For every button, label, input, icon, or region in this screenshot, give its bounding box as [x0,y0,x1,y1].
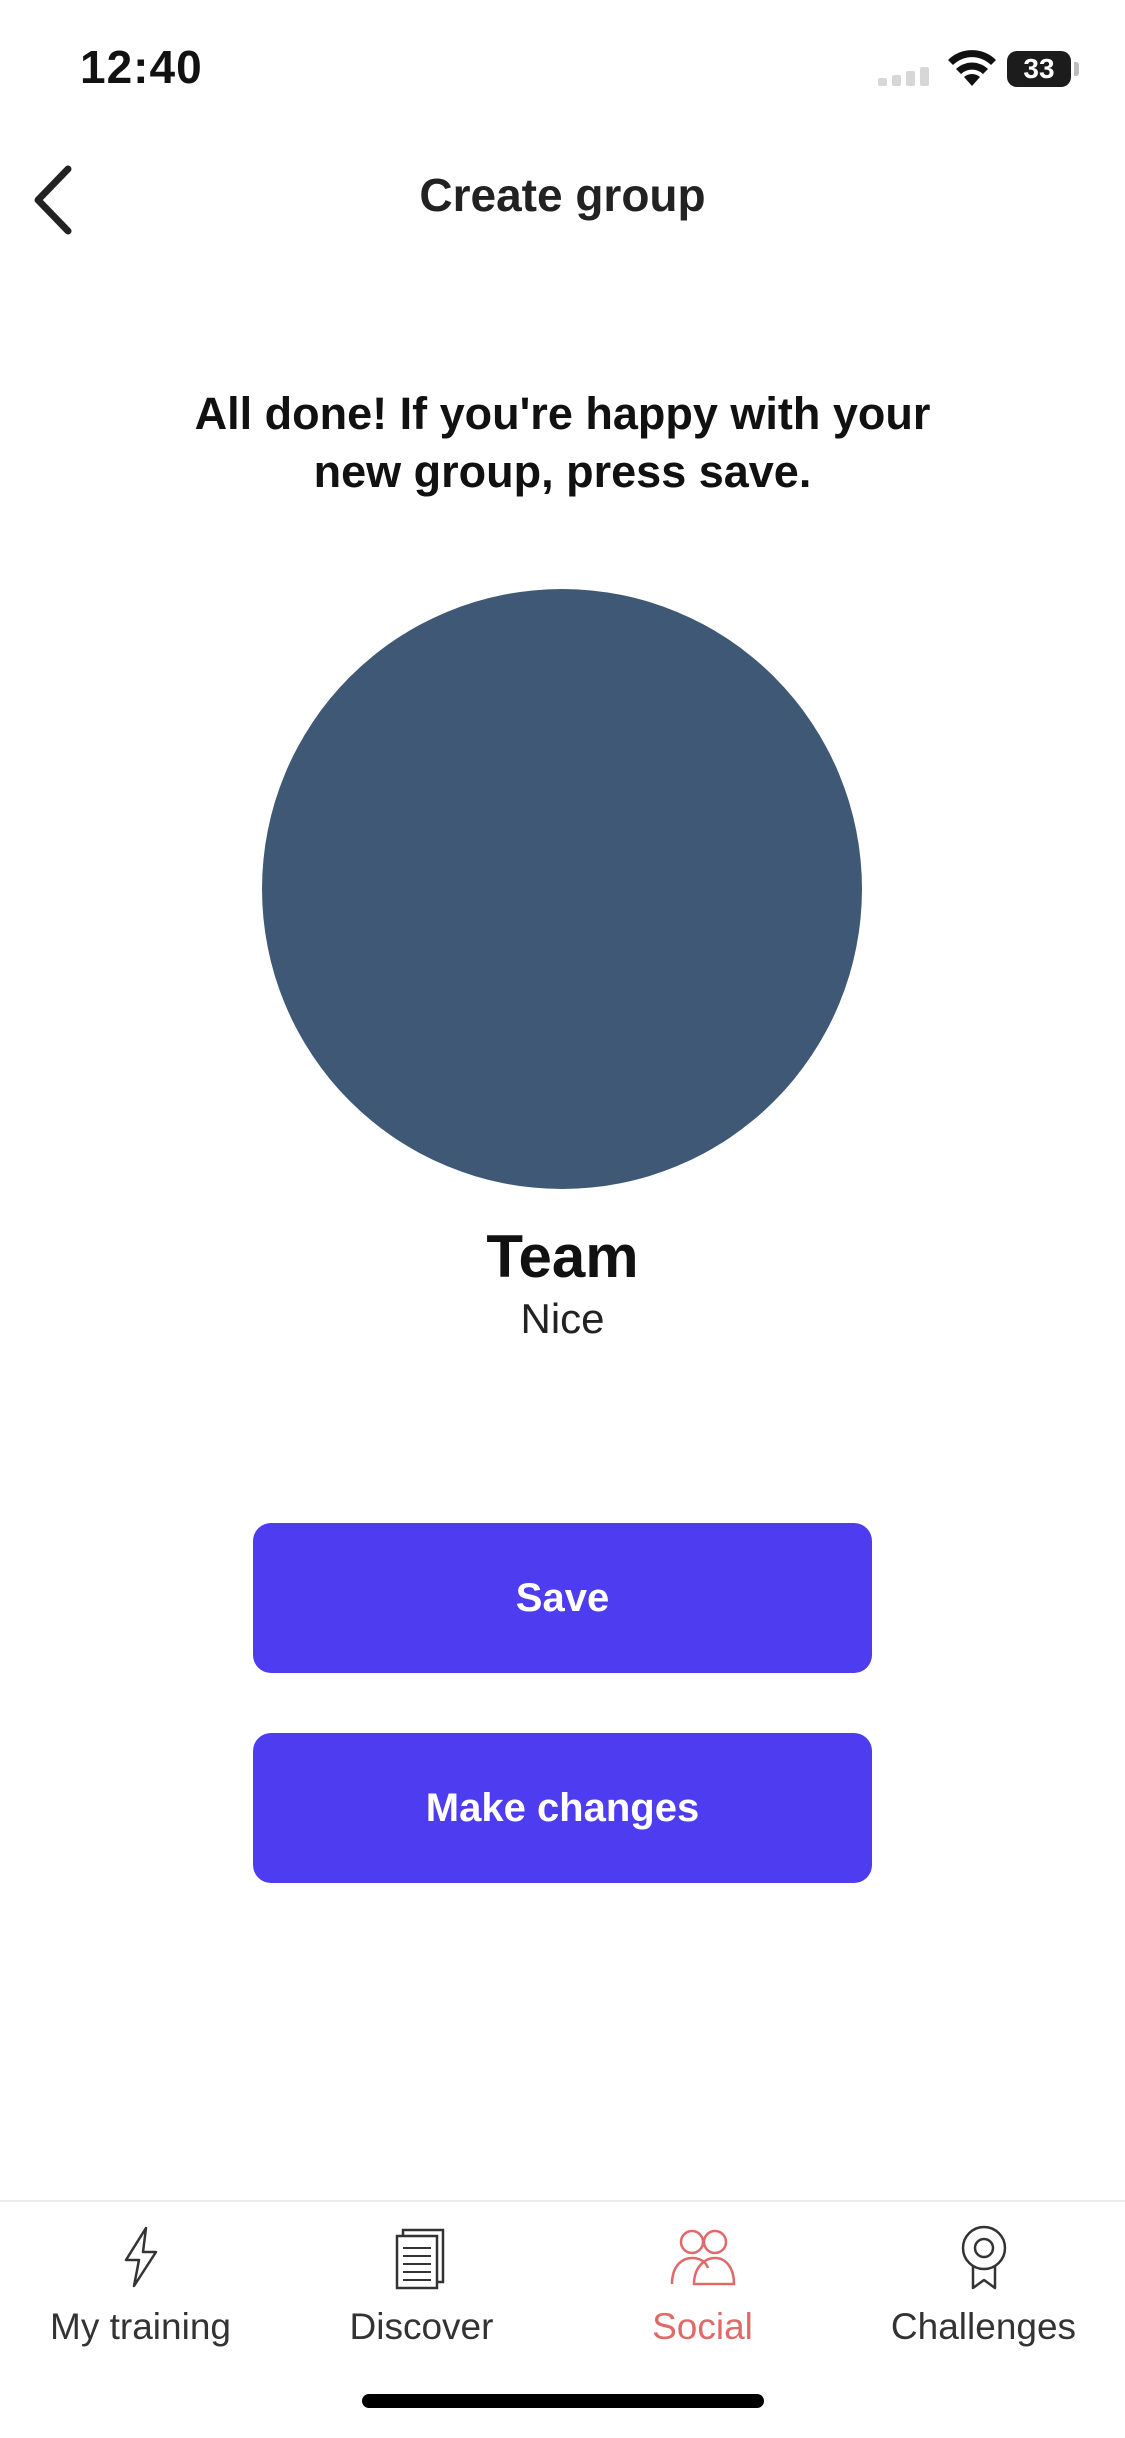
status-bar: 12:40 33 [0,0,1125,140]
make-changes-button[interactable]: Make changes [253,1733,872,1883]
nav-label-discover: Discover [349,2306,494,2347]
battery-tip [1074,62,1079,76]
confirmation-prompt: All done! If you're happy with your new … [194,388,931,497]
page-title: Create group [419,169,706,221]
lightning-icon [124,2226,157,2288]
battery-level: 33 [1023,53,1055,84]
newspaper-icon [395,2228,444,2290]
group-name: Team [486,1223,639,1290]
nav-item-my-training[interactable]: My training [0,2222,281,2372]
nav-item-discover[interactable]: Discover [281,2222,562,2372]
medal-icon [961,2225,1006,2290]
nav-item-social[interactable]: Social [562,2222,843,2372]
battery-icon: 33 [1007,51,1071,87]
wifi-icon [948,50,996,86]
group-avatar [262,589,862,1189]
people-icon [670,2229,735,2286]
nav-label-challenges: Challenges [890,2306,1077,2347]
nav-label-my-training: My training [50,2306,231,2347]
nav-label-social: Social [652,2306,753,2347]
home-indicator [362,2394,764,2408]
nav-item-challenges[interactable]: Challenges [843,2222,1124,2372]
cellular-signal-icon [878,66,938,86]
save-button[interactable]: Save [253,1523,872,1673]
group-description: Nice [520,1295,605,1342]
status-time: 12:40 [80,41,203,93]
